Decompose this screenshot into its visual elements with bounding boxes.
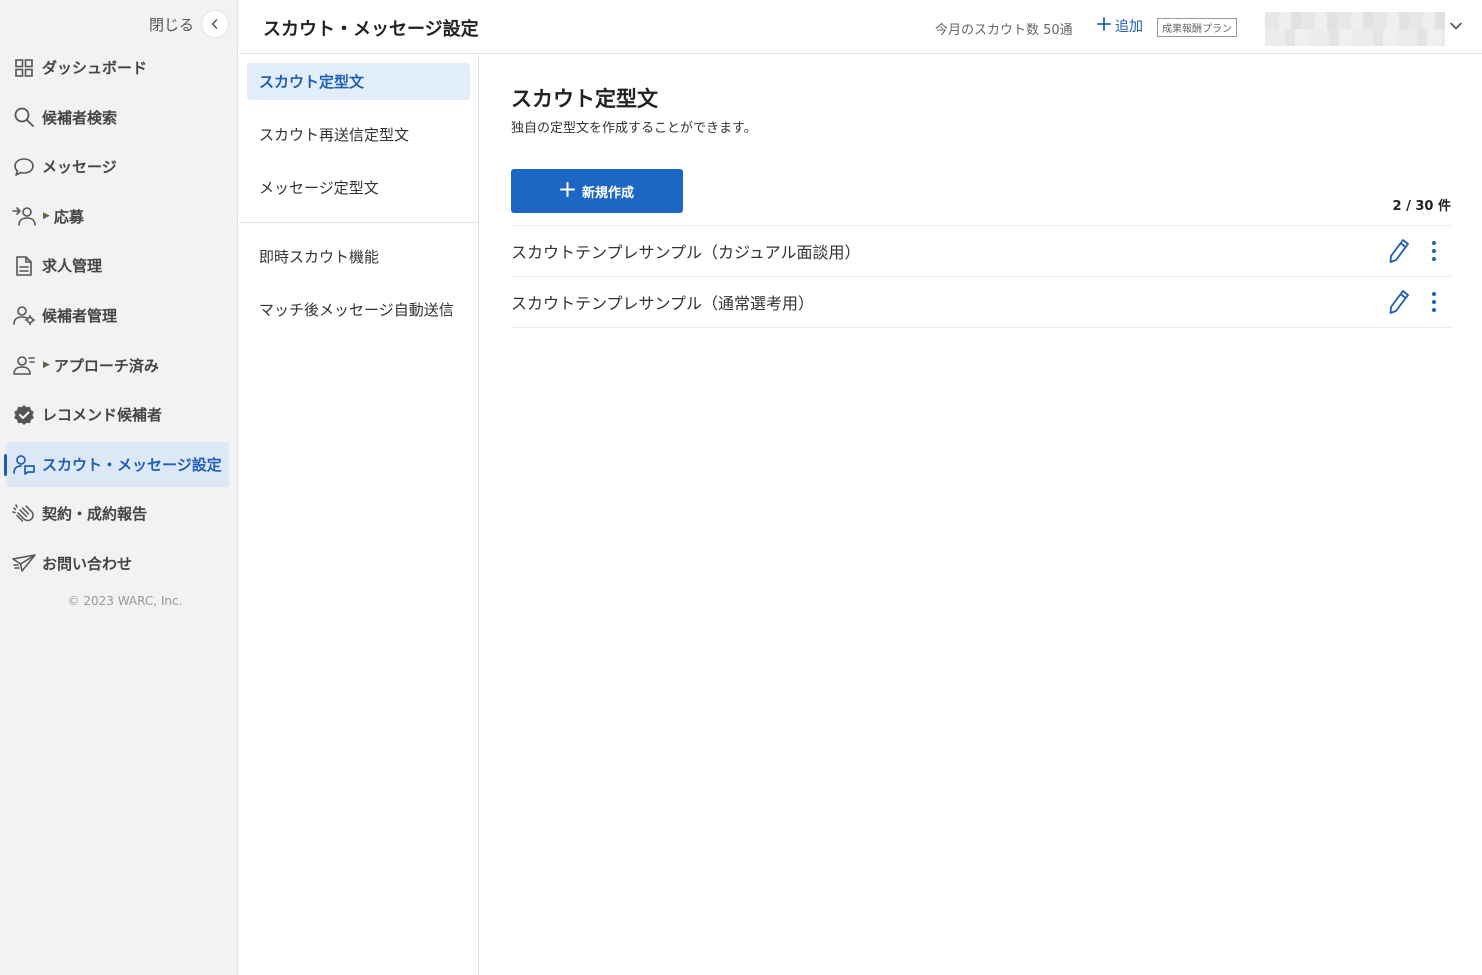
scout-count: 今月のスカウト数 50通: [935, 23, 1073, 38]
sidebar-item-job-management[interactable]: 求人管理: [6, 243, 229, 288]
clap-icon: [12, 502, 36, 526]
sidebar-close-button[interactable]: 閉じる: [149, 11, 228, 37]
sidebar-item-approached[interactable]: ▶ アプローチ済み: [6, 343, 229, 388]
template-row: スカウトテンプレサンプル（通常選考用）: [511, 277, 1452, 328]
scout-settings-icon: [12, 452, 36, 476]
sidebar-item-label: 応募: [53, 207, 84, 226]
main-content: スカウト定型文 独自の定型文を作成することができます。 新規作成 2 / 30 …: [480, 55, 1482, 975]
top-header: スカウト・メッセージ設定 今月のスカウト数 50通 追加 成果報酬プラン: [239, 0, 1482, 54]
sidebar-item-label: レコメンド候補者: [42, 406, 163, 425]
page-title: スカウト・メッセージ設定: [263, 19, 479, 40]
plus-icon: [559, 181, 575, 201]
candidate-manage-icon: [12, 303, 36, 327]
chevron-left-icon: [202, 11, 228, 37]
template-name[interactable]: スカウトテンプレサンプル（通常選考用）: [511, 290, 814, 314]
new-template-label: 新規作成: [581, 185, 634, 201]
sidebar-item-candidate-search[interactable]: 候補者検索: [6, 95, 229, 140]
sidebar-close-label: 閉じる: [148, 15, 194, 34]
sidebar: 閉じる ダッシュボード 候補者検索 メッセージ ▶ 応募 求人管理 候補者管理 …: [0, 0, 238, 975]
template-list: スカウトテンプレサンプル（カジュアル面談用） スカウトテンプレサンプル（通常選考…: [511, 225, 1452, 328]
sidebar-item-recommended[interactable]: レコメンド候補者: [6, 392, 229, 437]
verified-badge-icon: [12, 403, 36, 427]
add-scouts-label: 追加: [1115, 19, 1143, 35]
sidebar-nav: ダッシュボード 候補者検索 メッセージ ▶ 応募 求人管理 候補者管理 ▶ アプ…: [0, 45, 238, 591]
settings-subnav: スカウト定型文 スカウト再送信定型文 メッセージ定型文 即時スカウト機能 マッチ…: [239, 55, 479, 975]
sidebar-item-label: 契約・成約報告: [42, 505, 148, 524]
section-description: 独自の定型文を作成することができます。: [511, 121, 757, 136]
sidebar-item-contract-report[interactable]: 契約・成約報告: [6, 491, 229, 536]
caret-right-icon: ▶: [43, 211, 50, 222]
section-title: スカウト定型文: [511, 87, 658, 111]
template-name[interactable]: スカウトテンプレサンプル（カジュアル面談用）: [511, 239, 860, 263]
subnav-item-scout-templates[interactable]: スカウト定型文: [247, 63, 470, 100]
subnav-item-message-templates[interactable]: メッセージ定型文: [247, 169, 470, 206]
sidebar-item-dashboard[interactable]: ダッシュボード: [6, 45, 229, 90]
chevron-down-icon[interactable]: [1449, 18, 1463, 37]
sidebar-item-label: お問い合わせ: [42, 554, 133, 573]
template-row: スカウトテンプレサンプル（カジュアル面談用）: [511, 226, 1452, 277]
account-menu[interactable]: [1265, 12, 1445, 46]
subnav-item-auto-message[interactable]: マッチ後メッセージ自動送信: [247, 291, 470, 328]
sidebar-item-label: メッセージ: [42, 158, 117, 177]
pencil-icon[interactable]: [1388, 289, 1410, 319]
subnav-item-scout-resend-templates[interactable]: スカウト再送信定型文: [247, 116, 470, 153]
sidebar-item-label: 求人管理: [42, 257, 103, 276]
sidebar-item-applications[interactable]: ▶ 応募: [6, 194, 229, 239]
more-vertical-icon[interactable]: [1428, 290, 1440, 318]
application-icon: [12, 204, 36, 228]
sidebar-item-scout-message-settings[interactable]: スカウト・メッセージ設定: [4, 441, 229, 487]
sidebar-item-candidate-management[interactable]: 候補者管理: [6, 293, 229, 338]
subnav-divider: [239, 222, 479, 223]
message-icon: [12, 155, 36, 179]
sidebar-item-label: ダッシュボード: [42, 59, 148, 77]
pencil-icon[interactable]: [1388, 238, 1410, 268]
copyright: © 2023 WARC, Inc.: [67, 594, 183, 608]
template-count: 2 / 30 件: [1392, 199, 1451, 214]
sidebar-item-label: アプローチ済み: [53, 356, 159, 375]
sidebar-item-messages[interactable]: メッセージ: [6, 144, 229, 189]
sidebar-item-contact[interactable]: お問い合わせ: [6, 541, 229, 586]
sidebar-item-label: 候補者管理: [42, 306, 118, 325]
paper-plane-icon: [12, 551, 36, 575]
sidebar-item-label: 候補者検索: [42, 108, 118, 127]
sidebar-item-label: スカウト・メッセージ設定: [42, 455, 222, 474]
search-icon: [12, 105, 36, 129]
more-vertical-icon[interactable]: [1428, 239, 1440, 267]
dashboard-icon: [12, 56, 36, 80]
approached-icon: [12, 353, 36, 377]
subnav-item-instant-scout[interactable]: 即時スカウト機能: [247, 238, 470, 275]
caret-right-icon: ▶: [43, 360, 50, 371]
document-icon: [12, 254, 36, 278]
plan-badge: 成果報酬プラン: [1157, 18, 1237, 37]
add-scouts-link[interactable]: 追加: [1097, 16, 1143, 36]
plus-icon: [1097, 17, 1111, 35]
new-template-button[interactable]: 新規作成: [511, 169, 683, 213]
